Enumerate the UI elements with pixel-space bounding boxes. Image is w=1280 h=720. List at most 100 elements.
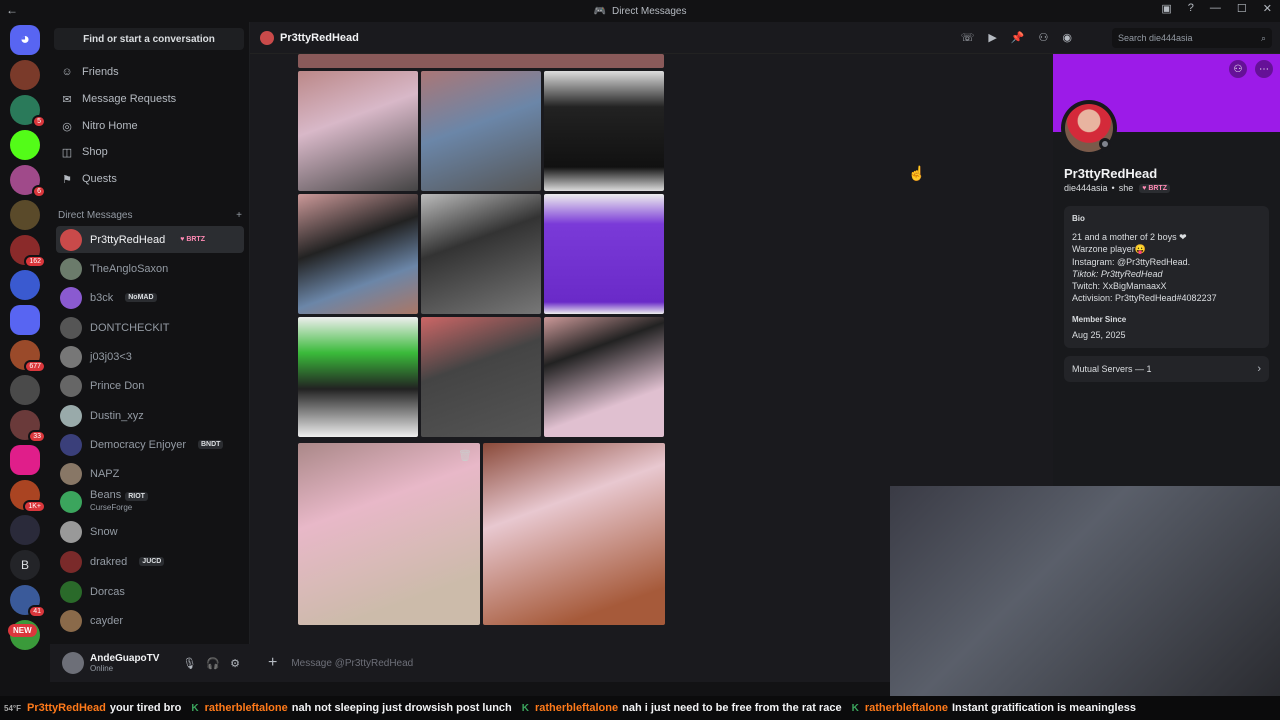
microphone-icon[interactable]: 🎙 [182, 657, 196, 670]
video-icon[interactable]: ▶ [988, 31, 996, 44]
dm-item[interactable]: Beans RIOT CurseForge [56, 488, 244, 515]
headphones-icon[interactable]: 🎧 [206, 657, 220, 670]
server-icon[interactable]: 162 [10, 235, 46, 268]
dm-section-header: Direct Messages + [58, 210, 242, 221]
image-attachment[interactable] [544, 71, 664, 191]
minimize-button[interactable]: — [1210, 2, 1221, 15]
user-profile-icon[interactable]: ◉ [1062, 31, 1072, 44]
dm-sidebar: Find or start a conversation ☺ Friends ✉ M… [50, 22, 250, 644]
server-icon[interactable] [10, 60, 40, 90]
message-input[interactable]: Message @Pr3ttyRedHead [291, 658, 413, 669]
profile-panel: ⚇ ⋯ Pr3ttyRedHead die444asia • she ♥ BRTZ B… [1053, 54, 1280, 486]
profile-avatar[interactable] [1061, 100, 1117, 156]
dm-item[interactable]: NAPZ [56, 460, 244, 487]
avatar [60, 609, 82, 632]
activity-status: CurseForge [90, 503, 133, 512]
mutual-servers-button[interactable]: Mutual Servers — 1 › [1064, 356, 1269, 382]
chat-message: Instant gratification is meaningless [951, 702, 1136, 714]
server-icon[interactable] [10, 130, 40, 160]
mention-badge: 6 [32, 185, 46, 198]
image-attachment[interactable]: 🗑 [298, 443, 480, 625]
image-attachment[interactable] [298, 54, 664, 68]
kick-icon: K [191, 702, 199, 714]
nav-shop[interactable]: ◫ Shop [56, 140, 244, 164]
maximize-button[interactable]: ☐ [1237, 2, 1247, 15]
dm-item[interactable]: Snow [56, 518, 244, 545]
nav-friends[interactable]: ☺ Friends [56, 60, 244, 84]
search-icon: ⌕ [1260, 32, 1266, 43]
add-friend-icon[interactable]: ⚇ [1229, 60, 1247, 78]
server-folder[interactable] [10, 305, 40, 335]
chat-username: ratherbleftalone [204, 702, 288, 714]
mention-badge: 1K+ [23, 500, 46, 513]
kick-icon: K [851, 702, 859, 714]
close-button[interactable]: ✕ [1263, 2, 1272, 15]
dm-item[interactable]: j03j03<3 [56, 343, 244, 370]
server-icon[interactable]: 1K+ [10, 480, 46, 513]
add-dm-button[interactable]: + [236, 210, 242, 221]
server-icon[interactable]: 5 [10, 95, 46, 128]
profile-username-line: die444asia • she ♥ BRTZ [1064, 183, 1170, 193]
avatar[interactable] [62, 652, 84, 674]
server-icon[interactable]: 677 [10, 340, 46, 373]
dm-item[interactable]: Dustin_xyz [56, 402, 244, 429]
quests-icon: ⚑ [62, 173, 72, 186]
guild-tag: ♥ BRTZ [177, 235, 208, 244]
new-badge[interactable]: NEW [8, 624, 37, 637]
server-icon[interactable]: 33 [10, 410, 46, 443]
trash-icon[interactable]: 🗑 [458, 449, 472, 462]
window-title: Direct Messages [611, 5, 687, 17]
image-attachment[interactable] [544, 194, 664, 314]
image-attachment[interactable] [298, 194, 418, 314]
server-icon[interactable]: B [10, 550, 40, 580]
image-attachment[interactable] [544, 317, 664, 437]
server-icon[interactable] [10, 200, 40, 230]
server-icon[interactable] [10, 270, 40, 300]
dm-item[interactable]: Prince Don [56, 372, 244, 399]
dm-item[interactable]: cayder [56, 607, 244, 634]
arrow-left-icon[interactable]: ← [6, 3, 18, 17]
status-indicator [1099, 138, 1111, 150]
more-icon[interactable]: ⋯ [1255, 60, 1273, 78]
stream-chat-ticker: 54°F Pr3ttyRedHead your tired bro K rath… [0, 696, 1280, 720]
phone-icon[interactable]: ☏ [961, 31, 975, 44]
pin-icon[interactable]: 📌 [1011, 31, 1025, 44]
nav-quests[interactable]: ⚑ Quests [56, 167, 244, 191]
nitro-icon: ◎ [62, 120, 72, 133]
server-icon[interactable] [10, 445, 40, 475]
dm-item[interactable]: drakred JUCD [56, 548, 244, 575]
dm-item[interactable]: DONTCHECKIT [56, 314, 244, 341]
inbox-icon[interactable]: ▣ [1161, 2, 1171, 15]
message-composer[interactable]: + Message @Pr3ttyRedHead [250, 644, 890, 682]
nav-message-requests[interactable]: ✉ Message Requests [56, 87, 244, 111]
find-conversation-button[interactable]: Find or start a conversation [54, 28, 244, 50]
server-icon[interactable] [10, 375, 40, 405]
help-icon[interactable]: ? [1188, 2, 1194, 15]
image-attachment[interactable] [421, 194, 541, 314]
image-attachment[interactable] [298, 71, 418, 191]
dm-item[interactable]: Dorcas [56, 578, 244, 605]
guild-tag: RIOT [125, 492, 148, 501]
image-attachment[interactable] [483, 443, 665, 625]
plus-icon[interactable]: + [268, 654, 277, 672]
avatar [60, 286, 82, 309]
gear-icon[interactable]: ⚙ [230, 657, 240, 670]
dm-item[interactable]: b3ck NoMAD [56, 284, 244, 311]
home-button[interactable]: ◕ [10, 25, 40, 55]
dm-item[interactable]: Democracy Enjoyer BNDT [56, 431, 244, 458]
mention-badge: 677 [24, 360, 46, 373]
server-icon[interactable]: 41 [10, 585, 46, 618]
chat-title[interactable]: Pr3ttyRedHead [280, 32, 359, 44]
search-input[interactable]: Search die444asia ⌕ [1112, 28, 1272, 48]
dm-item[interactable]: TheAngloSaxon [56, 255, 244, 282]
image-attachment[interactable] [298, 317, 418, 437]
avatar [60, 316, 82, 339]
image-attachment[interactable] [421, 317, 541, 437]
server-icon[interactable]: 6 [10, 165, 46, 198]
nav-nitro-home[interactable]: ◎ Nitro Home [56, 114, 244, 138]
server-icon[interactable] [10, 515, 40, 545]
dm-item[interactable]: Pr3ttyRedHead ♥ BRTZ [56, 226, 244, 253]
mention-badge: 5 [32, 115, 46, 128]
add-friend-icon[interactable]: ⚇ [1039, 31, 1049, 44]
image-attachment[interactable] [421, 71, 541, 191]
